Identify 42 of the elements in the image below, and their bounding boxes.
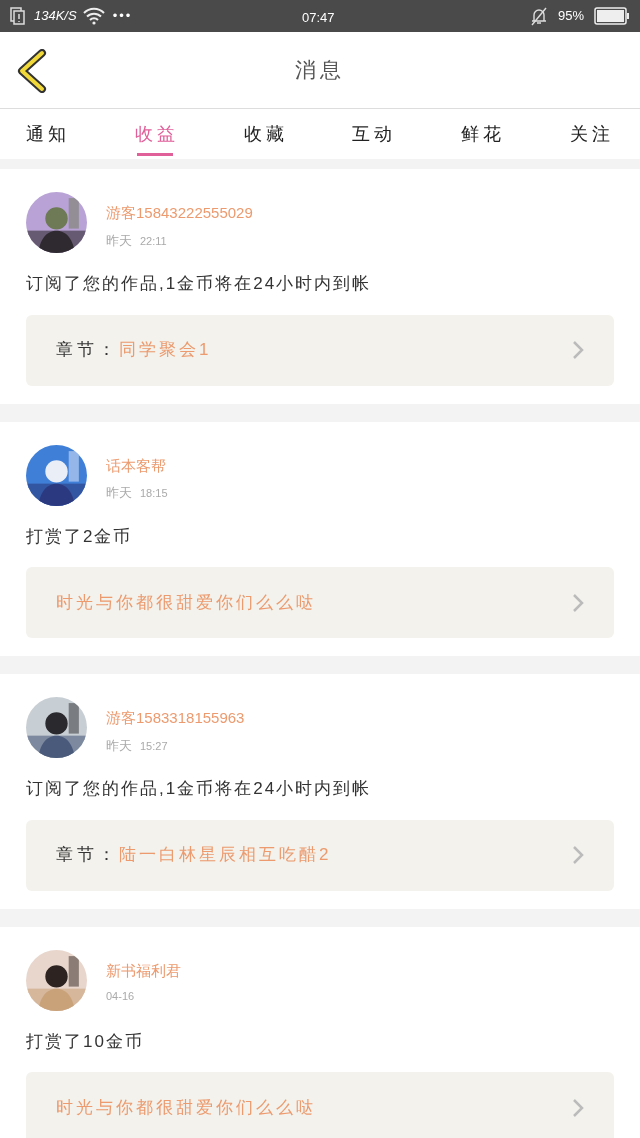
- date-label: 昨天: [106, 484, 132, 502]
- chevron-right-icon: [572, 592, 584, 613]
- user-name: 话本客帮: [106, 455, 167, 476]
- chevron-right-icon: [572, 845, 584, 865]
- chapter-title: 陆一白林星辰相互吃醋2: [119, 844, 332, 867]
- more-indicator: •••: [112, 7, 133, 26]
- date-label: 昨天: [106, 736, 132, 755]
- sim-alert-icon: [10, 7, 26, 25]
- user-name: 游客1583318155963: [106, 708, 245, 728]
- page-title: 消息: [295, 57, 345, 84]
- chapter-label: 章节：: [56, 844, 119, 867]
- time-label: 15:27: [140, 738, 168, 754]
- link-box[interactable]: 章节：陆一白林星辰相互吃醋2: [26, 819, 614, 891]
- wifi-icon: [82, 7, 105, 25]
- tab[interactable]: 收藏: [243, 109, 288, 159]
- book-title: 时光与你都很甜爱你们么么哒: [56, 591, 316, 614]
- tab[interactable]: 关注: [570, 109, 614, 159]
- message-text: 打赏了2金币: [26, 525, 134, 548]
- bell-muted-icon: [529, 6, 548, 26]
- time-label: 18:15: [140, 486, 168, 501]
- message-text: 打赏了10金币: [26, 1030, 145, 1053]
- network-speed: 134K/S: [34, 7, 77, 26]
- date-label: 昨天: [106, 231, 132, 250]
- message-text: 订阅了您的作品,1金币将在24小时内到帐: [26, 273, 373, 295]
- time-label: 04-16: [106, 989, 135, 1004]
- chevron-right-icon: [572, 340, 584, 360]
- user-name: 游客15843222555029: [106, 203, 253, 223]
- message-text: 订阅了您的作品,1金币将在24小时内到帐: [26, 778, 373, 800]
- battery-icon: [594, 7, 630, 25]
- chapter-title: 同学聚会1: [119, 339, 212, 362]
- clock: 07:47: [302, 9, 335, 27]
- tab[interactable]: 通知: [26, 109, 70, 159]
- battery-percent: 95%: [557, 7, 584, 26]
- chapter-label: 章节：: [56, 339, 119, 362]
- link-box[interactable]: 章节：同学聚会1: [26, 314, 614, 386]
- tab[interactable]: 互动: [352, 109, 397, 159]
- book-title: 时光与你都很甜爱你们么么哒: [56, 1096, 316, 1119]
- chevron-right-icon: [572, 1097, 584, 1118]
- back-icon[interactable]: [16, 49, 48, 93]
- user-name: 新书福利君: [106, 960, 181, 981]
- tab[interactable]: 鲜花: [461, 109, 506, 159]
- time-label: 22:11: [140, 233, 167, 249]
